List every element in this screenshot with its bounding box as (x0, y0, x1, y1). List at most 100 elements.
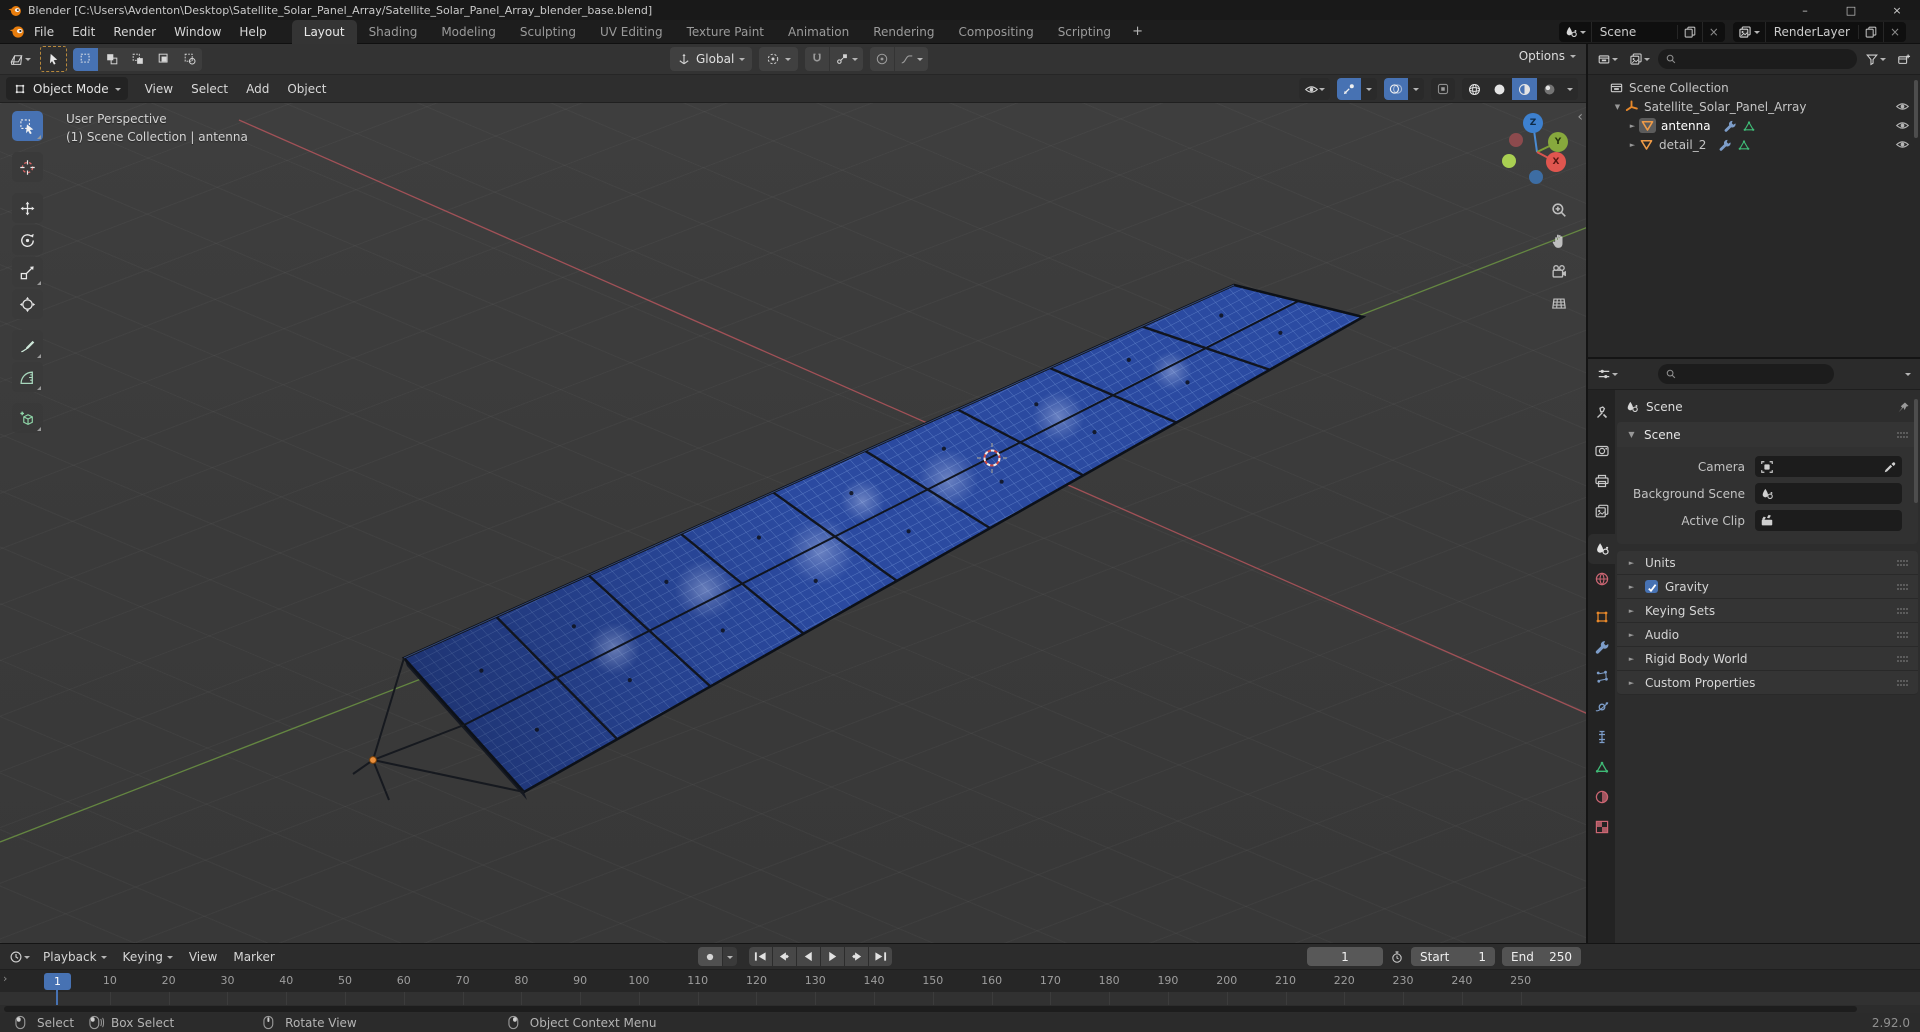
panel-grip-icon[interactable] (1896, 630, 1910, 640)
add-workspace-button[interactable]: + (1123, 24, 1152, 39)
properties-tab-tool[interactable] (1588, 398, 1615, 428)
hide-in-viewport-eye-icon[interactable] (1895, 118, 1914, 133)
timeline-editor-type-button[interactable] (6, 945, 33, 969)
hide-in-viewport-eye-icon[interactable] (1895, 99, 1914, 114)
menu-file[interactable]: File (25, 22, 63, 42)
tool-select-box-button[interactable] (12, 111, 43, 141)
snap-target-dropdown[interactable] (829, 47, 863, 71)
transport-prev-keyframe-button[interactable] (773, 947, 796, 966)
close-button[interactable]: × (1874, 0, 1920, 20)
workspace-tab-texture-paint[interactable]: Texture Paint (675, 20, 776, 44)
pan-button[interactable] (1547, 229, 1571, 253)
orientation-dropdown[interactable]: Global (670, 47, 753, 71)
panel-grip-icon[interactable] (1896, 430, 1910, 440)
outliner-search-input[interactable] (1658, 49, 1857, 69)
tool-scale-button[interactable] (12, 257, 43, 287)
shading-rendered-button[interactable] (1537, 78, 1562, 100)
expander-icon[interactable]: ► (1626, 122, 1639, 130)
scene-panel-header[interactable]: ▼ Scene (1617, 422, 1918, 447)
properties-tab-world[interactable] (1588, 564, 1615, 594)
workspace-tab-compositing[interactable]: Compositing (946, 20, 1045, 44)
shading-wireframe-button[interactable] (1462, 78, 1487, 100)
viewport-menu-select[interactable]: Select (182, 78, 237, 100)
menu-edit[interactable]: Edit (63, 22, 104, 42)
xray-toggle-button[interactable] (1431, 78, 1455, 100)
properties-tab-view-layer[interactable] (1588, 496, 1615, 526)
workspace-tab-rendering[interactable]: Rendering (861, 20, 946, 44)
gizmo-dropdown[interactable] (1361, 78, 1377, 100)
menu-render[interactable]: Render (104, 22, 165, 42)
current-frame-field[interactable]: 1 (1307, 947, 1383, 966)
sidebar-collapse-arrow[interactable]: ‹ (1577, 109, 1583, 125)
panel-grip-icon[interactable] (1896, 678, 1910, 688)
auto-keying-button[interactable] (698, 947, 722, 966)
minimize-button[interactable]: – (1782, 0, 1828, 20)
panel-grip-icon[interactable] (1896, 654, 1910, 664)
select-mode-subtract-button[interactable] (125, 47, 150, 71)
gizmo-toggle-button[interactable] (1337, 78, 1361, 100)
properties-tab-particles[interactable] (1588, 662, 1615, 692)
transport-next-keyframe-button[interactable] (845, 947, 868, 966)
transport-jump-start-button[interactable] (749, 947, 772, 966)
properties-tab-output[interactable] (1588, 466, 1615, 496)
outliner-filter-button[interactable] (1862, 47, 1889, 71)
transport-jump-end-button[interactable] (869, 947, 892, 966)
properties-tab-material[interactable] (1588, 782, 1615, 812)
pin-icon[interactable] (1897, 401, 1910, 414)
select-mode-intersect-button[interactable] (177, 47, 202, 71)
axis-z-ball[interactable]: Z (1523, 113, 1543, 133)
viewport-menu-view[interactable]: View (136, 78, 182, 100)
timeline-menu-view[interactable]: View (181, 947, 225, 967)
options-dropdown[interactable]: Options (1519, 49, 1576, 63)
camera-view-button[interactable] (1547, 260, 1571, 284)
timeline-scrollbar-thumb[interactable] (4, 1006, 1857, 1012)
timeline-ruler[interactable]: 1 10 20 30 40 50 60 70 80 90 100 110 120 130 140 150 16… (0, 969, 1920, 992)
axis-y-ball[interactable]: Y (1548, 132, 1568, 152)
properties-tab-render[interactable] (1588, 436, 1615, 466)
navigation-gizmo[interactable]: ZYX (1492, 109, 1578, 189)
scene-name[interactable]: Scene (1592, 24, 1678, 39)
properties-tab-physics[interactable] (1588, 692, 1615, 722)
select-mode-set-button[interactable] (73, 47, 98, 71)
start-frame-field[interactable]: Start 1 (1411, 947, 1495, 966)
shading-dropdown[interactable] (1562, 78, 1578, 100)
outliner-item-scene-collection[interactable]: Scene Collection (1588, 78, 1920, 97)
timeline-track-area[interactable] (0, 992, 1920, 1005)
active-clip-input[interactable] (1755, 510, 1902, 531)
outliner-display-mode-button[interactable] (1626, 47, 1653, 71)
transport-play-reverse-button[interactable] (797, 947, 820, 966)
axis-neg-x-ball[interactable] (1509, 133, 1523, 147)
outliner-item-antenna[interactable]: ► antenna (1588, 116, 1920, 135)
overlays-toggle-button[interactable] (1384, 78, 1408, 100)
properties-tab-object[interactable] (1588, 602, 1615, 632)
blender-menu-logo-icon[interactable] (8, 23, 25, 40)
axis-x-ball[interactable]: X (1546, 152, 1566, 172)
properties-search-input[interactable] (1657, 364, 1834, 384)
maximize-button[interactable]: □ (1828, 0, 1874, 20)
expander-icon[interactable]: ► (1626, 141, 1639, 149)
timeline-menu-keying[interactable]: Keying (115, 947, 181, 967)
panel-rigid-body-world[interactable]: ► Rigid Body World (1617, 647, 1918, 671)
viewport-menu-add[interactable]: Add (237, 78, 278, 100)
workspace-tab-sculpting[interactable]: Sculpting (508, 20, 588, 44)
proportional-edit-toggle[interactable] (870, 47, 894, 71)
tool-annotate-button[interactable] (12, 330, 43, 360)
editor-type-button[interactable] (6, 47, 34, 71)
expander-icon[interactable]: ▼ (1611, 103, 1624, 111)
new-scene-button[interactable] (1678, 21, 1703, 42)
panel-keying-sets[interactable]: ► Keying Sets (1617, 599, 1918, 623)
axis-neg-z-ball[interactable] (1529, 170, 1543, 184)
hide-in-viewport-eye-icon[interactable] (1895, 137, 1914, 152)
new-collection-button[interactable] (1894, 47, 1914, 71)
properties-editor-type-button[interactable] (1594, 362, 1621, 386)
properties-tab-texture[interactable] (1588, 812, 1615, 842)
end-frame-field[interactable]: End 250 (1502, 947, 1581, 966)
workspace-tab-layout[interactable]: Layout (291, 19, 357, 44)
timeline-menu-playback[interactable]: Playback (35, 947, 115, 967)
eyedropper-icon[interactable] (1883, 460, 1897, 474)
panel-grip-icon[interactable] (1896, 582, 1910, 592)
render-layer-name[interactable]: RenderLayer (1766, 24, 1859, 39)
workspace-tab-uv-editing[interactable]: UV Editing (588, 20, 675, 44)
render-layer-browse-button[interactable] (1733, 21, 1766, 42)
axis-neg-y-ball[interactable] (1502, 154, 1516, 168)
